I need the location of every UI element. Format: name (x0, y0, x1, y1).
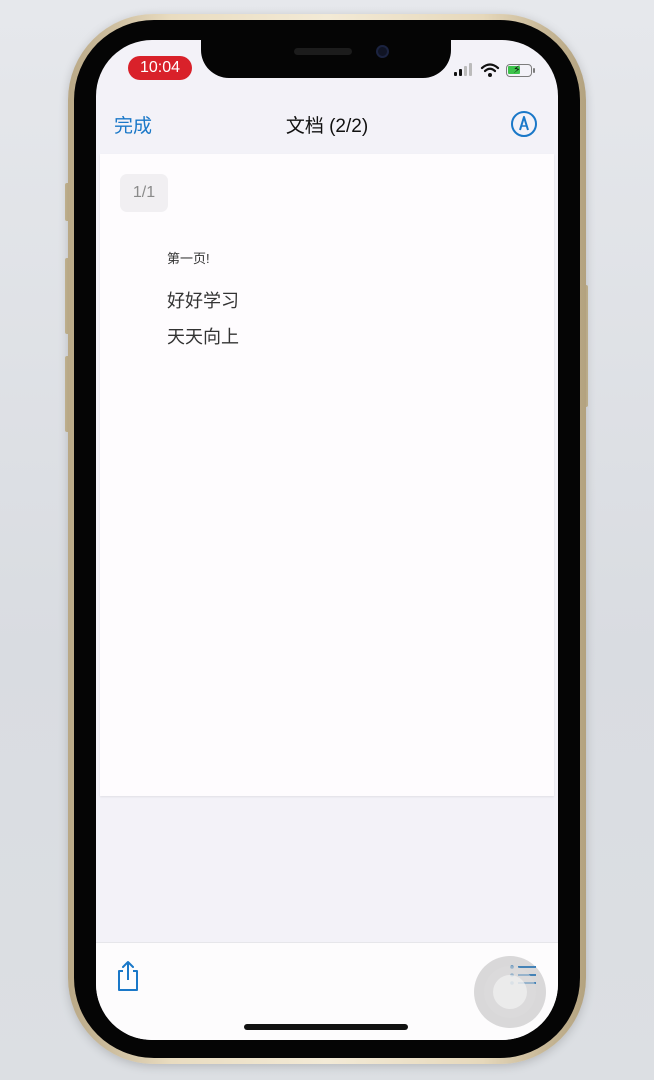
markup-pen-icon[interactable] (510, 110, 538, 138)
nav-bar: 完成 文档 (2/2) (96, 98, 558, 150)
status-icons: ⚡ (454, 62, 536, 78)
document-page[interactable]: 1/1 第一页! 好好学习 天天向上 (100, 154, 554, 796)
stage: 10:04 ⚡ 完成 文档 (2/2) 1/1 第一页! 好好学习 天天向上 (0, 0, 654, 1080)
page-title: 文档 (2/2) (285, 116, 369, 137)
share-icon[interactable] (114, 959, 142, 993)
notch (201, 40, 451, 78)
document-heading: 第一页! (167, 251, 210, 266)
earpiece-speaker (294, 48, 352, 55)
document-line: 好好学习 (167, 291, 239, 311)
battery-charging-icon: ⚡ (506, 64, 532, 77)
front-camera (376, 45, 389, 58)
phone-screen: 10:04 ⚡ 完成 文档 (2/2) 1/1 第一页! 好好学习 天天向上 (96, 40, 558, 1040)
battery-cap (533, 68, 535, 73)
document-line: 天天向上 (167, 327, 239, 347)
assistive-touch-button[interactable] (474, 956, 546, 1028)
home-indicator[interactable] (244, 1024, 408, 1030)
status-time[interactable]: 10:04 (128, 56, 192, 80)
signal-icon (454, 62, 474, 78)
wifi-icon (480, 63, 500, 77)
page-indicator: 1/1 (120, 174, 168, 212)
